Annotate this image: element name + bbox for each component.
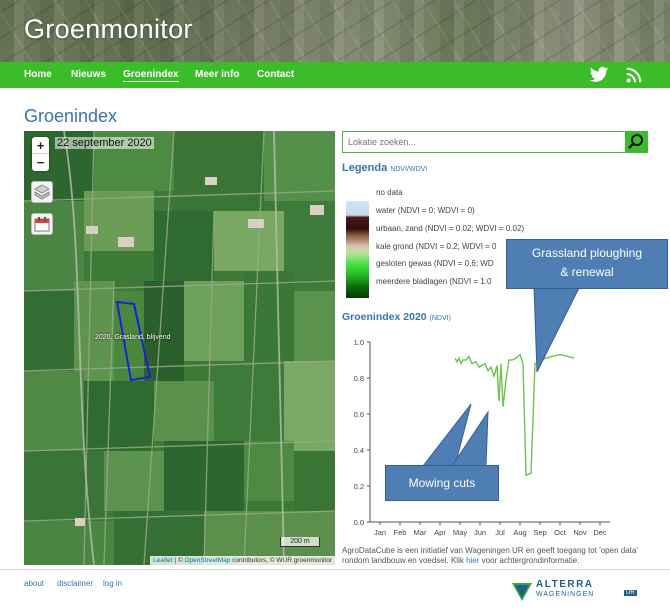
calendar-icon (34, 217, 50, 232)
zoom-control: + − (32, 137, 49, 171)
x-tick-label: Jun (474, 528, 486, 537)
x-tick-label: Feb (394, 528, 407, 537)
attribution-sep: | © (172, 557, 185, 564)
chart-subtitle: (NDVI) (429, 315, 451, 322)
callout-ploughing: Grassland ploughing & renewal (506, 239, 668, 289)
footer-about-link[interactable]: about (24, 579, 44, 588)
calendar-button[interactable] (31, 213, 53, 235)
logo-sub: WAGENINGEN (536, 591, 595, 598)
attribution-rest: contributors, © WUR groenmonitor (230, 557, 332, 564)
chart-footnote: AgroDataCube is een initiatief van Wagen… (342, 546, 652, 566)
chart-title: Groenindex 2020 (NDVI) (342, 311, 451, 323)
x-tick-label: Oct (554, 528, 567, 537)
legend-title: Legenda NDVI/WDVI (342, 162, 427, 174)
x-tick-label: Apr (434, 528, 446, 537)
legend-color-ramp (346, 186, 369, 298)
leaflet-link[interactable]: Leaflet (153, 557, 173, 564)
logo-name: ALTERRA (536, 579, 594, 590)
x-tick-label: Aug (513, 528, 526, 537)
legend-row: no data (376, 188, 403, 197)
site-title[interactable]: Groenmonitor (24, 14, 193, 45)
footnote-link[interactable]: hier (466, 556, 479, 565)
x-tick-label: Sep (533, 528, 546, 537)
zoom-out-button[interactable]: − (32, 154, 49, 171)
legend-row: kale grond (NDVI = 0.2; WDVI = 0 (376, 242, 497, 251)
satellite-map[interactable]: + − 22 september 2020 2020, Grasland, bl… (24, 131, 335, 565)
y-tick-label: 1.0 (354, 338, 364, 347)
legend-title-text: Legenda (342, 162, 388, 174)
legend-row: urbaan, zand (NDVI = 0.02; WDVI = 0.02) (376, 224, 525, 233)
map-date: 22 september 2020 (55, 137, 154, 149)
x-tick-label: Jan (374, 528, 386, 537)
twitter-icon[interactable] (589, 66, 609, 84)
footer-login-link[interactable]: log in (103, 579, 122, 588)
layers-button[interactable] (31, 181, 53, 203)
header-banner: Groenmonitor (0, 0, 670, 62)
map-attribution: Leaflet | © OpenStreetMap contributors, … (150, 556, 335, 565)
footnote-text-end: voor achtergrondinformatie. (479, 556, 580, 565)
y-tick-label: 0.4 (354, 446, 364, 455)
nav-meer-info[interactable]: Meer info (195, 69, 239, 80)
footer-divider (0, 569, 670, 570)
alterra-logo-icon (512, 583, 532, 601)
nav-groenindex[interactable]: Groenindex (123, 69, 179, 82)
x-tick-label: Nov (573, 528, 587, 537)
legend-row: meerdere bladlagen (NDVI = 1.0 (376, 277, 492, 286)
legend-subtitle: NDVI/WDVI (390, 166, 428, 173)
y-tick-label: 0.0 (354, 518, 364, 527)
alterra-logo: ALTERRA WAGENINGEN UR (510, 579, 650, 605)
parcel-label: 2020, Grasland, blijvend (95, 334, 171, 341)
location-search (342, 131, 648, 153)
search-button[interactable] (625, 132, 647, 152)
y-tick-label: 0.8 (354, 374, 364, 383)
main-nav: Home Nieuws Groenindex Meer info Contact (0, 62, 670, 88)
x-tick-label: May (453, 528, 467, 537)
x-tick-label: Jul (495, 528, 505, 537)
nav-home[interactable]: Home (24, 69, 52, 80)
zoom-in-button[interactable]: + (32, 137, 49, 154)
y-tick-label: 0.6 (354, 410, 364, 419)
layers-icon (33, 184, 51, 200)
scale-bar: 200 m (280, 537, 320, 547)
callout-mowing: Mowing cuts (385, 465, 499, 501)
page-title: Groenindex (24, 106, 118, 126)
chart-title-text: Groenindex 2020 (342, 311, 427, 323)
nav-contact[interactable]: Contact (257, 69, 294, 80)
map-fields (24, 131, 335, 565)
ndvi-series-line (454, 353, 575, 477)
search-icon (628, 134, 643, 149)
ndvi-chart: 0.0 0.2 0.4 0.6 0.8 1.0 Jan Feb Mar Apr May Jun Jul A… (354, 338, 610, 537)
x-tick-label: Mar (414, 528, 427, 537)
x-tick-label: Dec (593, 528, 607, 537)
rss-icon[interactable] (624, 66, 644, 84)
osm-link[interactable]: OpenStreetMap (185, 557, 231, 564)
logo-ur: UR (624, 590, 637, 596)
y-tick-label: 0.2 (354, 482, 364, 491)
location-search-input[interactable] (343, 132, 625, 152)
nav-nieuws[interactable]: Nieuws (71, 69, 106, 80)
footer-disclaimer-link[interactable]: disclaimer (57, 579, 93, 588)
legend-row: water (NDVI = 0; WDVI = 0) (376, 206, 475, 215)
legend-row: gesloten gewas (NDVI = 0.6; WD (376, 259, 494, 268)
